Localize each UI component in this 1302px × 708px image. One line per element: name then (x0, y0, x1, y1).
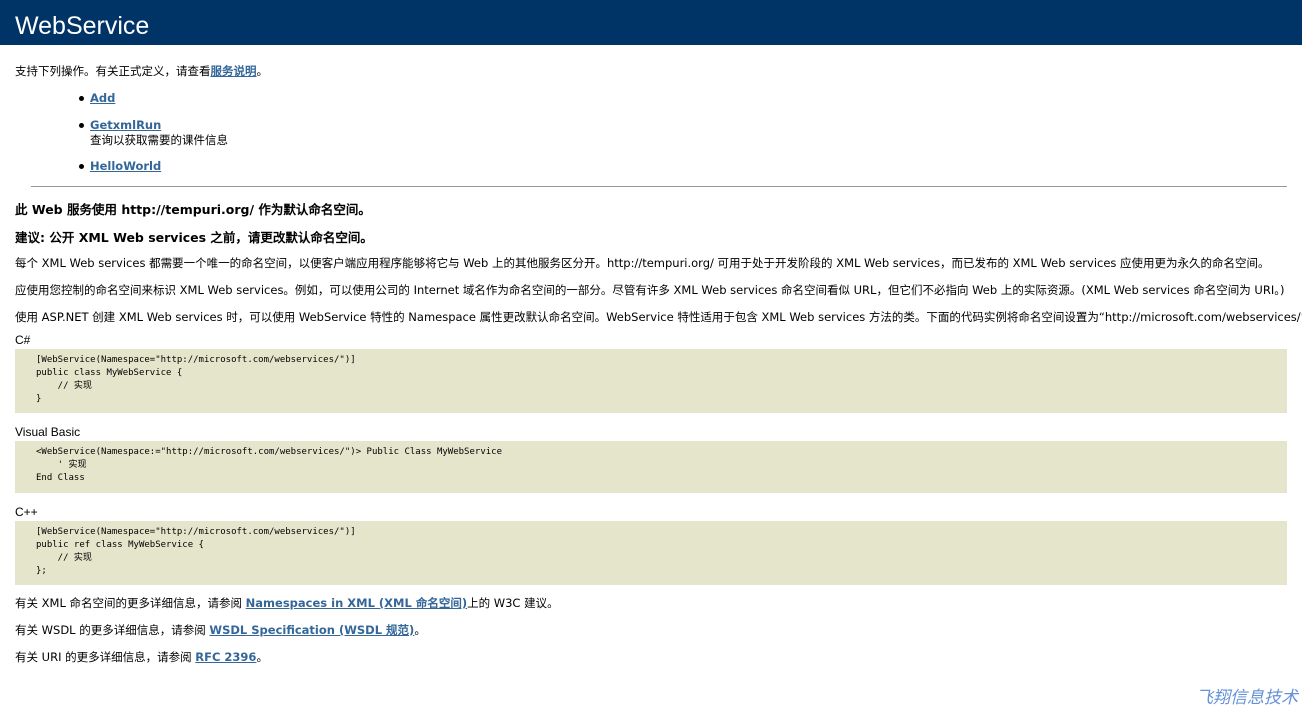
operation-link-helloworld[interactable]: HelloWorld (90, 159, 161, 173)
code-sample-cpp: [WebService(Namespace="http://microsoft.… (15, 521, 1287, 585)
section-divider (31, 186, 1287, 187)
footer-text: 。 (256, 650, 268, 664)
wsdl-specification-link[interactable]: WSDL Specification (WSDL 规范) (209, 623, 414, 637)
intro-line: 支持下列操作。有关正式定义，请查看服务说明。 (15, 63, 1287, 79)
operation-link-add[interactable]: Add (90, 91, 115, 105)
code-sample-csharp: [WebService(Namespace="http://microsoft.… (15, 349, 1287, 413)
namespace-paragraph-1: 每个 XML Web services 都需要一个唯一的命名空间，以便客户端应用… (15, 256, 1270, 270)
operation-item-getxmlrun: GetxmlRun 查询以获取需要的课件信息 (79, 118, 1287, 148)
rfc-2396-link[interactable]: RFC 2396 (195, 650, 256, 664)
code-language-label: C# (15, 333, 31, 347)
intro-text: 支持下列操作。有关正式定义，请查看 (15, 64, 211, 78)
footer-text: 有关 XML 命名空间的更多详细信息，请参阅 (15, 596, 246, 610)
watermark-logo: 飞翔信息技术 (1196, 688, 1298, 708)
operation-item-add: Add (79, 91, 1287, 107)
service-description-link[interactable]: 服务说明 (211, 64, 257, 78)
namespace-paragraph-2: 应使用您控制的命名空间来标识 XML Web services。例如，可以使用公… (15, 283, 1285, 297)
footer-text: 有关 WSDL 的更多详细信息，请参阅 (15, 623, 210, 637)
code-language-label: C++ (15, 505, 38, 519)
footer-text: 。 (414, 623, 426, 637)
operations-list: Add GetxmlRun 查询以获取需要的课件信息 HelloWorld (15, 91, 1287, 175)
footer-line-uri: 有关 URI 的更多详细信息，请参阅 RFC 2396。 (15, 649, 1287, 665)
namespace-heading: 此 Web 服务使用 http://tempuri.org/ 作为默认命名空间。 (15, 202, 371, 217)
operation-item-helloworld: HelloWorld (79, 159, 1287, 175)
namespaces-in-xml-link[interactable]: Namespaces in XML (XML 命名空间) (246, 596, 467, 610)
operation-description: 查询以获取需要的课件信息 (90, 133, 228, 147)
page-header: WebService (0, 0, 1302, 45)
code-language-label: Visual Basic (15, 425, 81, 439)
footer-text: 上的 W3C 建议。 (467, 596, 559, 610)
footer-line-xml-namespaces: 有关 XML 命名空间的更多详细信息，请参阅 Namespaces in XML… (15, 595, 1287, 611)
code-sample-visual-basic: <WebService(Namespace:="http://microsoft… (15, 441, 1287, 493)
operation-link-getxmlrun[interactable]: GetxmlRun (90, 118, 161, 132)
page-title: WebService (15, 12, 150, 40)
footer-line-wsdl: 有关 WSDL 的更多详细信息，请参阅 WSDL Specification (… (15, 622, 1287, 638)
namespace-recommendation: 建议: 公开 XML Web services 之前，请更改默认命名空间。 (15, 230, 373, 245)
main-content: 支持下列操作。有关正式定义，请查看服务说明。 Add GetxmlRun 查询以… (0, 63, 1302, 665)
footer-text: 有关 URI 的更多详细信息，请参阅 (15, 650, 196, 664)
namespace-paragraph-3: 使用 ASP.NET 创建 XML Web services 时，可以使用 We… (15, 310, 1302, 324)
intro-suffix: 。 (256, 64, 269, 78)
